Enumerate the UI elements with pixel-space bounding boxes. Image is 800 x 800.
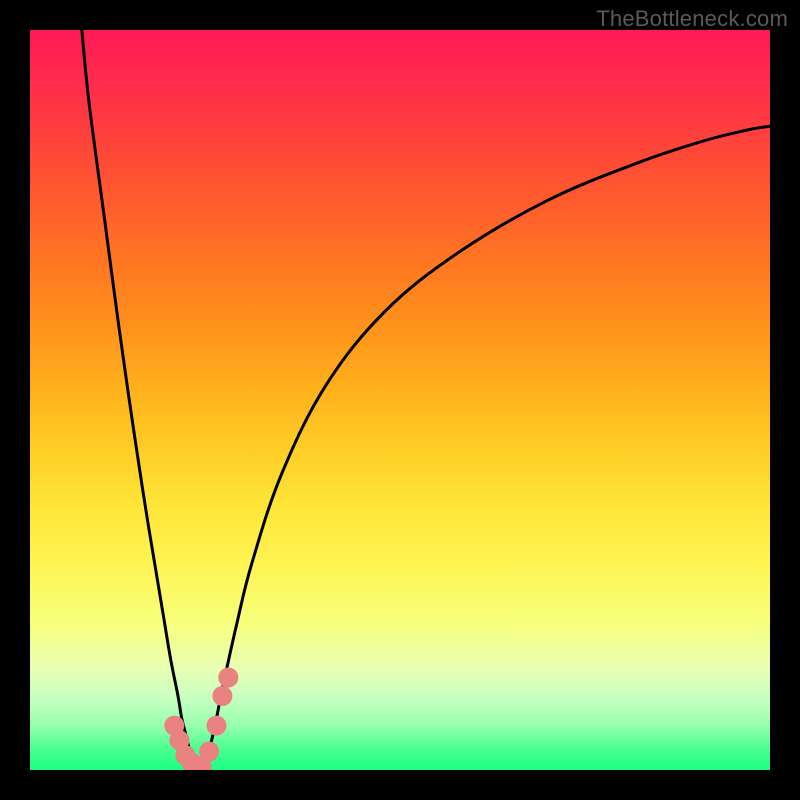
highlight-marker [218,668,238,688]
watermark-text: TheBottleneck.com [596,6,788,32]
chart-frame: TheBottleneck.com [0,0,800,800]
plot-area [30,30,770,770]
highlight-marker [212,686,232,706]
highlight-marker [206,716,226,736]
left-branch-curve [82,30,200,770]
curve-layer [30,30,770,770]
right-branch-curve [200,126,770,770]
highlight-marker [199,742,219,762]
